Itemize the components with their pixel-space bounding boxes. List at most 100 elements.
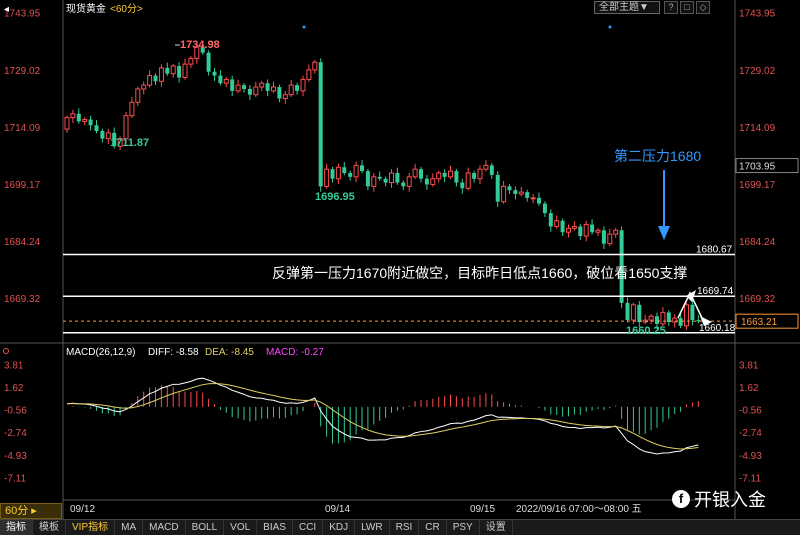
toolbar-item[interactable]: VOL xyxy=(224,519,258,535)
macd-y-tick-left: -4.93 xyxy=(4,451,27,462)
candle-body xyxy=(188,57,194,65)
settings-icon[interactable]: ◇ xyxy=(696,1,710,14)
candle-body xyxy=(530,197,536,200)
candle-body xyxy=(637,304,642,322)
candle-body xyxy=(82,119,88,122)
y-tick-right: 1714.09 xyxy=(739,123,776,134)
y-tick-left: 1699.17 xyxy=(4,180,41,191)
level-label: 1669.74 xyxy=(697,286,734,297)
candle-body xyxy=(265,83,270,91)
candle-body xyxy=(401,182,406,187)
y-tick-left: 1729.02 xyxy=(4,66,41,77)
toolbar-item[interactable]: RSI xyxy=(390,519,420,535)
candle-body xyxy=(560,220,565,233)
candle-body xyxy=(383,178,388,183)
macd-legend-item: DIFF: -8.58 xyxy=(148,347,199,358)
session-marker xyxy=(302,25,306,29)
candle-body xyxy=(483,164,489,170)
candle-body xyxy=(537,197,541,204)
maximize-icon[interactable]: □ xyxy=(680,1,694,14)
candle-body xyxy=(501,185,507,203)
toolbar-item[interactable]: VIP指标 xyxy=(66,519,116,535)
candle-body xyxy=(518,191,524,195)
candle-body xyxy=(583,224,589,237)
macd-y-tick-left: 3.81 xyxy=(4,360,24,371)
candle-body xyxy=(442,173,447,177)
candle-body xyxy=(64,117,70,130)
candle-body xyxy=(300,78,306,92)
candle-body xyxy=(566,227,571,233)
macd-y-tick-right: 3.81 xyxy=(739,360,759,371)
y-tick-right: 1743.95 xyxy=(739,9,776,20)
candle-body xyxy=(419,169,423,179)
annotation-label: 1711.87 xyxy=(110,137,149,149)
toolbar-item[interactable]: PSY xyxy=(447,519,480,535)
macd-legend-item: DEA: -8.45 xyxy=(205,347,254,358)
toolbar-item[interactable]: 设置 xyxy=(480,519,513,535)
candle-body xyxy=(377,176,382,179)
macd-footer-datetime: 2022/09/16 07:00～08:00 五 xyxy=(516,504,642,515)
candle-body xyxy=(76,113,81,122)
candle-body xyxy=(389,172,394,184)
candle-body xyxy=(324,168,330,187)
y-tick-left: 1743.95 xyxy=(4,9,41,20)
candle-body xyxy=(424,178,429,185)
candle-body xyxy=(141,84,147,90)
candle-body xyxy=(277,87,282,99)
candle-body xyxy=(235,84,241,92)
candle-body xyxy=(259,82,265,88)
candle-body xyxy=(406,176,412,187)
toolbar-item[interactable]: CCI xyxy=(293,519,324,535)
candle-body xyxy=(578,226,583,237)
toolbar-item[interactable]: 指标 xyxy=(0,519,33,535)
toolbar-item[interactable]: 模板 xyxy=(33,519,66,535)
candle-body xyxy=(100,130,105,139)
candle-body xyxy=(206,52,211,72)
y-tick-left: 1684.24 xyxy=(4,237,41,248)
candle-body xyxy=(660,311,666,325)
toolbar-item[interactable]: MACD xyxy=(143,519,186,535)
session-marker xyxy=(608,25,612,29)
toolbar-item[interactable]: BIAS xyxy=(257,519,293,535)
candle-body xyxy=(542,203,547,214)
theme-select[interactable]: 全部主题▼ xyxy=(594,1,660,14)
annotation-label: 1660.25 xyxy=(626,325,666,337)
candle-body xyxy=(242,85,246,89)
level-label: 1660.18 xyxy=(699,323,736,334)
candle-body xyxy=(465,172,471,189)
candle-body xyxy=(353,164,359,178)
watermark-logo: f 开银入金 xyxy=(672,487,766,511)
candle-body xyxy=(448,170,453,178)
candle-body xyxy=(690,304,695,321)
candle-body xyxy=(436,172,442,180)
indicator-toolbar: 指标 模板 VIP指标 MA MACD BOLL VOL BIAS CCI KDJ LWR RSI CR… xyxy=(0,519,800,535)
candle-body xyxy=(318,62,323,187)
toolbar-item[interactable]: CR xyxy=(419,519,447,535)
candle-body xyxy=(135,88,141,103)
annotation-label: 反弹第一压力1670附近做空，目标昨日低点1660，破位看1650支撑 xyxy=(272,265,687,281)
toolbar-item[interactable]: BOLL xyxy=(186,519,225,535)
level-label: 1680.67 xyxy=(696,244,733,255)
marker-label: 1703.95 xyxy=(739,162,776,173)
help-icon[interactable]: ? xyxy=(664,1,678,14)
toolbar-item[interactable]: MA xyxy=(115,519,144,535)
candle-body xyxy=(295,85,300,91)
annotation-label: 第二压力1680 xyxy=(614,148,701,164)
candle-body xyxy=(94,125,99,131)
candle-body xyxy=(648,315,654,321)
macd-y-tick-left: 1.62 xyxy=(4,383,24,394)
x-tick-label: 09/12 xyxy=(70,504,95,515)
candle-body xyxy=(253,86,259,96)
toolbar-item[interactable]: KDJ xyxy=(323,519,356,535)
candle-body xyxy=(230,79,235,91)
macd-title: MACD(26,12,9) xyxy=(66,347,135,358)
candle-body xyxy=(595,229,601,233)
candle-body xyxy=(495,174,500,202)
candle-body xyxy=(607,233,613,245)
chart-canvas: 1743.95 1743.95 1729.02 1729.02 1714.09 1714.… xyxy=(0,0,800,519)
toolbar-item[interactable]: LWR xyxy=(355,519,390,535)
f-logo-icon: f xyxy=(672,490,690,508)
period-selector[interactable]: 60分 ▸ xyxy=(0,503,62,519)
candle-body xyxy=(525,192,530,198)
candle-body xyxy=(548,213,553,227)
